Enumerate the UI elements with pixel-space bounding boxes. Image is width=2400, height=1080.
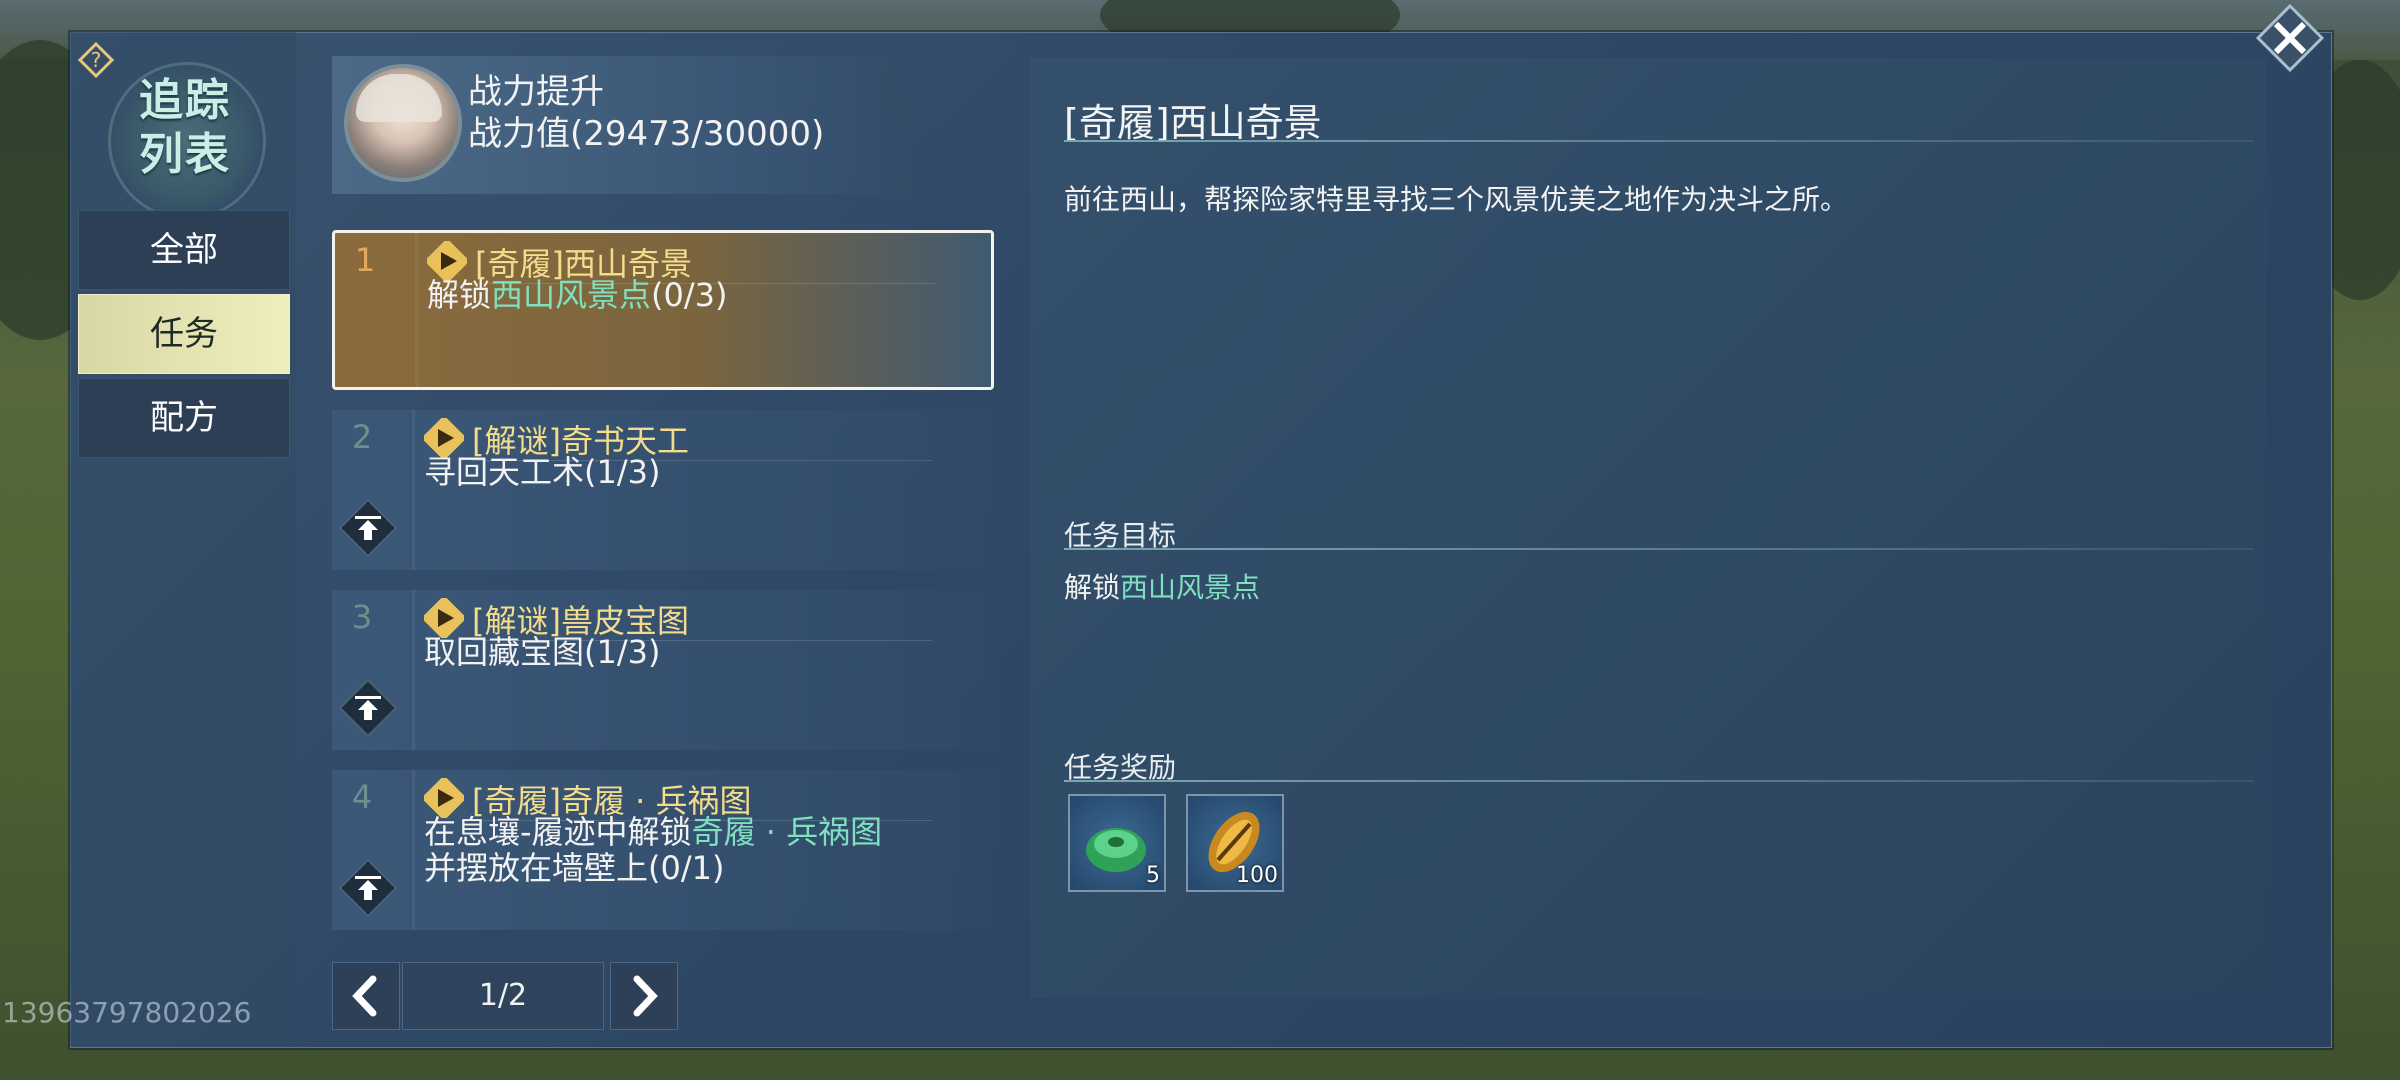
next-page-button[interactable] [610,962,678,1030]
quest-desc-suffix: (0/3) [651,276,728,314]
reward-rule [1064,780,2254,782]
quest-desc-text: 在息壤-履迹中解锁 [424,813,692,851]
close-icon[interactable] [2254,2,2326,74]
quest-item[interactable]: 2 [解谜]奇书天工 寻回天工术(1/3) [332,410,994,570]
pin-to-top-button[interactable] [338,858,398,918]
pin-to-top-button[interactable] [338,678,398,738]
quest-item[interactable]: 3 [解谜]兽皮宝图 取回藏宝图(1/3) [332,590,994,750]
page-indicator: 1/2 [402,962,604,1030]
quest-stripe [412,770,415,930]
detail-title: [奇履]西山奇景 [1064,101,1322,145]
panel-title: 追踪列表 [139,75,231,180]
quest-number: 3 [351,598,373,636]
quest-number: 1 [354,241,376,279]
reward-slot[interactable]: 100 [1186,794,1284,892]
quest-marker-icon [424,418,464,458]
quest-description: 解锁西山风景点(0/3) [427,277,987,313]
reward-slot[interactable]: 5 [1068,794,1166,892]
quest-desc-highlight: 西山风景点 [491,276,652,314]
objective-prefix: 解锁 [1064,571,1121,604]
reward-count: 100 [1236,863,1278,888]
pin-to-top-button[interactable] [338,498,398,558]
quest-desc-text: 解锁 [427,276,492,314]
quest-description: 取回藏宝图(1/3) [424,633,661,671]
quest-number: 2 [351,418,373,456]
objective-highlight: 西山风景点 [1120,571,1261,604]
quest-marker-icon [424,598,464,638]
quest-item[interactable]: 1 [奇履]西山奇景 解锁西山风景点(0/3) [332,230,994,390]
quest-marker-icon [427,241,467,281]
quest-number: 4 [351,778,373,816]
objective-rule [1064,548,2254,550]
power-value: 战力值(29473/30000) [468,114,825,154]
quest-stripe [412,410,415,570]
quest-stripe [412,590,415,750]
help-icon[interactable]: ? [78,42,114,78]
quest-marker-icon [424,778,464,818]
quest-desc-highlight: 奇履 · 兵祸图 [691,813,883,851]
tab-quests[interactable]: 任务 [78,294,290,374]
quest-desc-suffix: 并摆放在墙壁上(0/1) [424,849,725,887]
quest-stripe [415,233,418,387]
player-uid: 13963797802026 [2,996,252,1029]
tab-recipes[interactable]: 配方 [78,378,290,458]
quest-description: 寻回天工术(1/3) [424,453,661,491]
quest-item[interactable]: 4 [奇履]奇履 · 兵祸图 在息壤-履迹中解锁奇履 · 兵祸图 并摆放在墙壁上(… [332,770,994,930]
objective-text: 解锁西山风景点 [1064,566,1260,606]
prev-page-button[interactable] [332,962,400,1030]
quest-description: 在息壤-履迹中解锁奇履 · 兵祸图 并摆放在墙壁上(0/1) [424,814,984,886]
tab-all[interactable]: 全部 [78,210,290,290]
svg-text:?: ? [91,48,102,72]
reward-count: 5 [1146,863,1160,888]
detail-description: 前往西山，帮探险家特里寻找三个风景优美之地作为决斗之所。 [1064,183,1849,216]
title-rule [1064,140,2254,142]
